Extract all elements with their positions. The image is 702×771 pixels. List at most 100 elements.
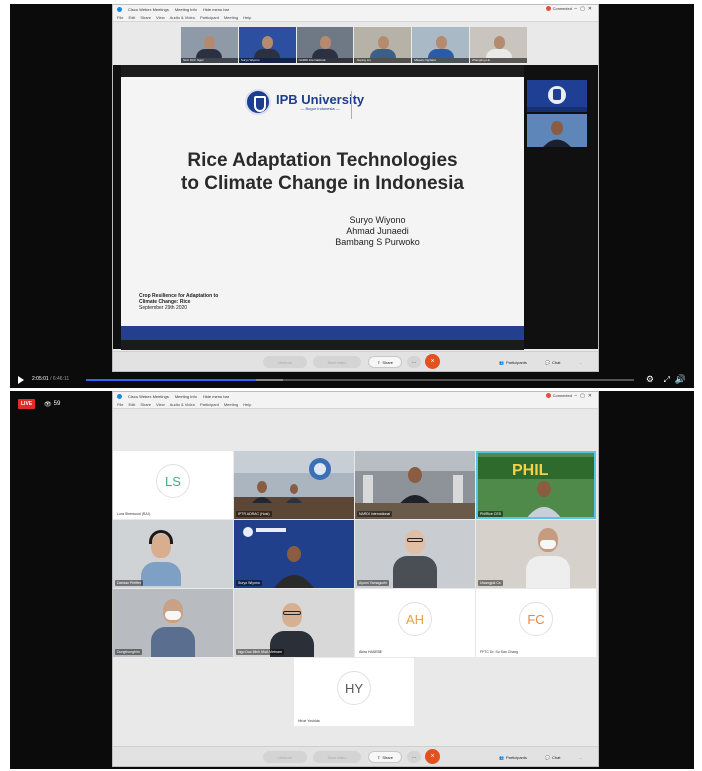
meeting-info-link[interactable]: Meeting Info <box>175 394 197 399</box>
webex-title-bar: Cisco Webex Meetings Meeting Info Hide m… <box>113 392 598 401</box>
settings-gear-icon[interactable]: ⚙ <box>646 375 654 384</box>
participant-tile[interactable]: FC FFTC Dr. Su San Chang <box>476 589 596 657</box>
end-meeting-button[interactable]: × <box>425 749 440 764</box>
participant-tile[interactable]: HY Hiroe Yoshida <box>294 658 414 726</box>
menu-view[interactable]: View <box>156 15 165 20</box>
start-video-button[interactable]: Start video <box>313 356 361 368</box>
unmute-button[interactable]: Unmute <box>263 356 307 368</box>
menu-meeting[interactable]: Meeting <box>224 15 238 20</box>
menu-share[interactable]: Share <box>140 15 151 20</box>
participant-tile[interactable]: Suryo Wiyono <box>234 520 354 588</box>
participant-tile-active-speaker[interactable]: PHIL PhilRice CES <box>476 451 596 519</box>
speaker-side-video[interactable] <box>527 80 587 112</box>
meeting-info-link[interactable]: Meeting Info <box>175 7 197 12</box>
office-video <box>355 451 475 519</box>
menu-share[interactable]: Share <box>140 402 151 407</box>
participants-button[interactable]: 👥 Participants <box>499 356 527 368</box>
toolbar-overflow-button[interactable]: ... <box>579 356 582 368</box>
fullscreen-icon[interactable]: ⤢ <box>664 375 670 384</box>
participants-label: Participants <box>505 754 527 760</box>
start-video-button[interactable]: Start video <box>313 751 361 763</box>
hide-menu-bar-link[interactable]: Hide menu bar <box>203 394 229 399</box>
participant-tile[interactable]: IPTR ADRAC (Host) <box>234 451 354 519</box>
webex-meeting-controls: Unmute Start video ⇪ Share ... × 👥 Partici… <box>113 351 598 371</box>
participant-tile[interactable]: Ayumi Yamaguchi <box>355 520 475 588</box>
connection-status[interactable]: Connected <box>545 393 572 398</box>
end-meeting-button[interactable]: × <box>425 354 440 369</box>
person-body <box>369 49 396 58</box>
share-label: Share <box>382 754 394 760</box>
person-head <box>282 603 302 627</box>
chat-label: Chat <box>551 359 561 365</box>
menu-audio-video[interactable]: Audio & Video <box>170 402 195 407</box>
participant-tile[interactable]: LS Lora Sherwood (RAI) <box>113 451 233 519</box>
play-icon[interactable] <box>18 376 24 384</box>
participant-name: FFTC Dr. Su San Chang <box>478 649 521 655</box>
video-player-live[interactable]: LIVE 👁 59 Cisco Webex Meetings Meeting In… <box>10 391 694 769</box>
person-head <box>262 36 274 49</box>
more-options-button[interactable]: ... <box>407 356 421 368</box>
thumbnail-video[interactable]: Masaru Ogihara <box>412 27 470 63</box>
share-button[interactable]: ⇪ Share <box>368 751 402 763</box>
ipb-background-video <box>234 520 354 588</box>
seek-bar[interactable] <box>86 379 634 381</box>
menu-edit[interactable]: Edit <box>128 15 135 20</box>
connection-status[interactable]: Connected <box>545 6 572 11</box>
thumbnail-video[interactable]: Jiuping Liu <box>354 27 412 63</box>
participant-tile[interactable]: NARDI International <box>355 451 475 519</box>
person-body <box>526 556 570 588</box>
video-player-recording[interactable]: Cisco Webex Meetings Meeting Info Hide m… <box>10 4 694 388</box>
participant-tile[interactable]: Uwangjuk Cs <box>476 520 596 588</box>
participant-name: Dongthonghim <box>115 649 142 655</box>
menu-edit[interactable]: Edit <box>128 402 135 407</box>
window-buttons[interactable]: –▢✕ <box>574 393 595 399</box>
menu-view[interactable]: View <box>156 402 165 407</box>
thumbnail-name: Jiuping Liu <box>354 58 412 63</box>
ipb-university-logo: IPB University — Bogor Indonesia — <box>245 89 364 115</box>
share-icon: ⇪ <box>376 754 381 760</box>
participant-tile[interactable]: Damian Pfeiffer <box>113 520 233 588</box>
menu-file[interactable]: File <box>117 15 123 20</box>
duration: 6:46:11 <box>52 376 70 382</box>
participant-name: Suryo Wiyono <box>236 580 262 586</box>
participant-name: NARDI International <box>357 511 393 517</box>
window-buttons[interactable]: –▢✕ <box>574 6 595 12</box>
connection-label: Connected <box>552 393 572 398</box>
menu-help[interactable]: Help <box>243 15 251 20</box>
volume-icon[interactable]: 🔊 <box>675 375 686 384</box>
participants-button[interactable]: 👥 Participants <box>499 751 527 763</box>
menu-file[interactable]: File <box>117 402 123 407</box>
thumbnail-name: Zhangting Hu <box>470 58 527 63</box>
more-options-button[interactable]: ... <box>407 751 421 763</box>
unmute-button[interactable]: Unmute <box>263 751 307 763</box>
slide-event-info: Crop Resilience for Adaptation to Climat… <box>139 293 218 311</box>
menu-participant[interactable]: Participant <box>200 15 219 20</box>
live-badge: LIVE <box>18 399 36 409</box>
toolbar-overflow-button[interactable]: ... <box>579 751 582 763</box>
viewer-count-label: 59 <box>53 401 61 407</box>
participant-tile[interactable]: Dongthonghim <box>113 589 233 657</box>
chat-button[interactable]: 💬 Chat <box>545 751 560 763</box>
thumbnail-video[interactable]: NARDI International <box>296 27 354 63</box>
participant-tile[interactable]: AH Akira HASEBE <box>355 589 475 657</box>
thumbnail-video[interactable]: Suryo Wiyono <box>238 27 296 63</box>
thumbnail-video[interactable]: Sinh Dinh Ngoc <box>181 27 238 63</box>
participants-icon: 👥 <box>499 754 504 760</box>
slide-bottom-band <box>121 326 524 340</box>
participant-tile[interactable]: Ngo Duc Minh MoA Vietnam <box>234 589 354 657</box>
thumbnail-video[interactable]: Zhangting Hu <box>470 27 527 63</box>
person-head <box>493 36 505 49</box>
hide-menu-bar-link[interactable]: Hide menu bar <box>203 7 229 12</box>
slide-bottom-black-band <box>121 340 524 350</box>
chat-button[interactable]: 💬 Chat <box>545 356 560 368</box>
share-button[interactable]: ⇪ Share <box>368 356 402 368</box>
person-head <box>377 36 389 49</box>
speaker-self-video[interactable] <box>527 114 587 147</box>
menu-audio-video[interactable]: Audio & Video <box>170 15 195 20</box>
menu-help[interactable]: Help <box>243 402 251 407</box>
menu-participant[interactable]: Participant <box>200 402 219 407</box>
slide-title-line-2: to Climate Change in Indonesia <box>181 173 464 194</box>
chat-label: Chat <box>551 754 561 760</box>
webex-app-name: Cisco Webex Meetings <box>128 394 169 399</box>
menu-meeting[interactable]: Meeting <box>224 402 238 407</box>
